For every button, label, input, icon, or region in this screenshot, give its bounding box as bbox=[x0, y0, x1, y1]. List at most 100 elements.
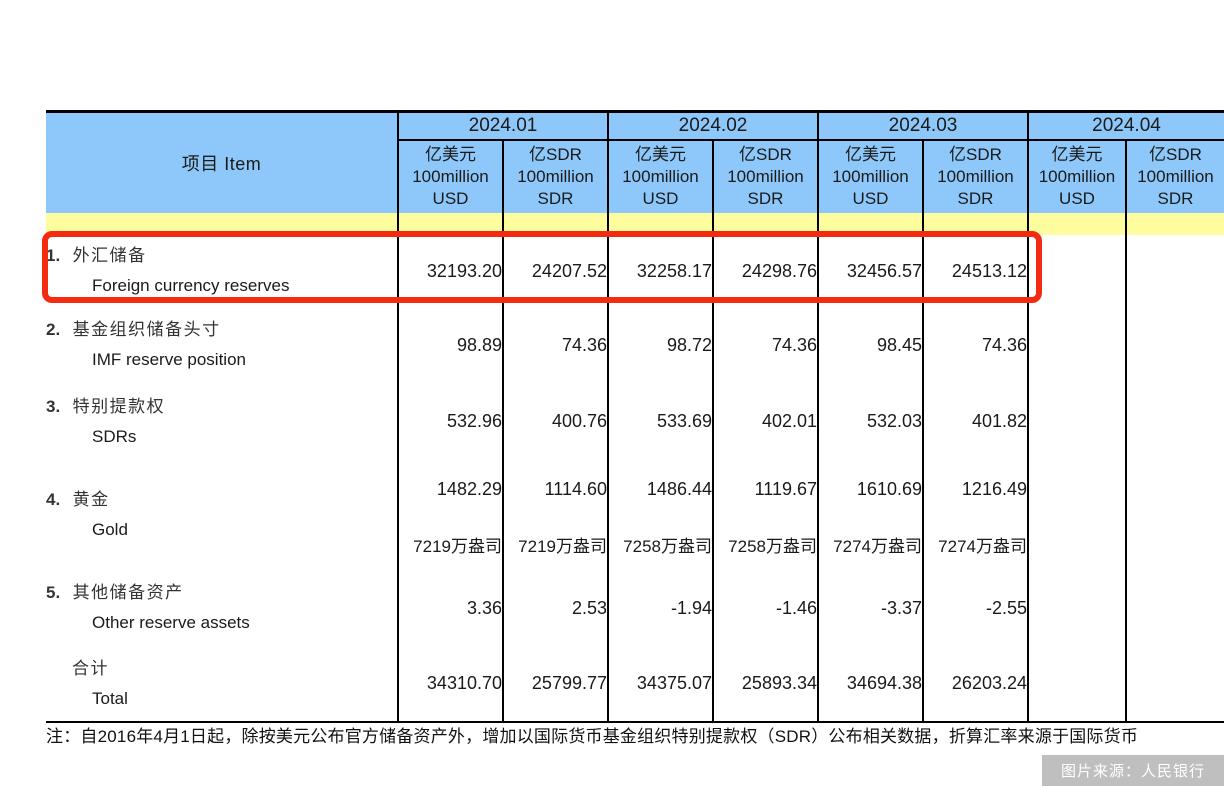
row-name-cn: 合计 bbox=[72, 658, 109, 678]
unit-header-sdr-2024-02: 亿SDR 100million SDR bbox=[712, 140, 818, 213]
table-footnote: 注：自2016年4月1日起，除按美元公布官方储备资产外，增加以国际货币基金组织特… bbox=[46, 727, 1139, 746]
row-index: 2. bbox=[46, 320, 61, 339]
cell-value: 532.96 bbox=[397, 383, 503, 460]
table-header-month-row: 项目 Item 2024.01 2024.02 2024.03 2024.04 bbox=[46, 110, 1224, 213]
period-header-2024-03: 2024.03 bbox=[817, 110, 1028, 141]
cell-value: 74.36 bbox=[922, 307, 1028, 383]
cell-value bbox=[1027, 646, 1126, 723]
row-label-foreign-currency-reserves: 1. 外汇储备 Foreign currency reserves bbox=[46, 235, 398, 307]
cell-value-ounces bbox=[1125, 518, 1224, 570]
cell-value bbox=[1125, 307, 1224, 383]
cell-value bbox=[1125, 235, 1224, 307]
row-label-cn: 2. 基金组织储备头寸 bbox=[46, 315, 397, 345]
cell-value bbox=[1125, 460, 1224, 518]
unit-line-amount: 100million bbox=[727, 167, 804, 186]
unit-line-cn: 亿SDR bbox=[1149, 145, 1202, 164]
row-label-cn: 1. 外汇储备 bbox=[46, 241, 397, 271]
accent-strip-cell bbox=[712, 213, 818, 235]
unit-line-cn: 亿美元 bbox=[635, 145, 686, 164]
unit-line-amount: 100million bbox=[517, 167, 594, 186]
cell-value: -2.55 bbox=[922, 570, 1028, 646]
cell-value: 532.03 bbox=[817, 383, 923, 460]
accent-strip-cell bbox=[1027, 213, 1126, 235]
accent-strip-cell bbox=[1125, 213, 1224, 235]
source-watermark: 图片来源：人民银行 bbox=[1042, 755, 1224, 786]
row-label-sdrs: 3. 特别提款权 SDRs bbox=[46, 383, 398, 460]
cell-value: 25893.34 bbox=[712, 646, 818, 723]
unit-line-currency: USD bbox=[642, 189, 679, 208]
unit-header-sdr-2024-04: 亿SDR 100million SDR bbox=[1125, 140, 1224, 213]
header-accent-strip bbox=[46, 213, 1224, 235]
cell-value: 32456.57 bbox=[817, 235, 923, 307]
cell-value bbox=[1027, 307, 1126, 383]
cell-value: 400.76 bbox=[502, 383, 608, 460]
unit-line-amount: 100million bbox=[832, 167, 909, 186]
cell-value: 34375.07 bbox=[607, 646, 713, 723]
unit-line-currency: USD bbox=[432, 189, 469, 208]
table-row: 3. 特别提款权 SDRs 532.96 400.76 533.69 402.0… bbox=[46, 383, 1224, 460]
row-name-en: Gold bbox=[92, 520, 128, 539]
cell-value: 2.53 bbox=[502, 570, 608, 646]
cell-value: 98.45 bbox=[817, 307, 923, 383]
row-name-en: IMF reserve position bbox=[92, 350, 246, 369]
accent-strip-cell bbox=[397, 213, 503, 235]
cell-value-ounces: 7258万盎司 bbox=[712, 518, 818, 570]
unit-line-currency: USD bbox=[852, 189, 889, 208]
reserve-assets-table: 项目 Item 2024.01 2024.02 2024.03 2024.04 … bbox=[46, 110, 1224, 723]
cell-value: 74.36 bbox=[712, 307, 818, 383]
cell-value-ounces bbox=[1027, 518, 1126, 570]
row-name-en: Total bbox=[92, 688, 128, 708]
cell-value: 24513.12 bbox=[922, 235, 1028, 307]
cell-value-ounces: 7219万盎司 bbox=[502, 518, 608, 570]
unit-line-cn: 亿SDR bbox=[529, 145, 582, 164]
cell-value: 74.36 bbox=[502, 307, 608, 383]
unit-header-sdr-2024-01: 亿SDR 100million SDR bbox=[502, 140, 608, 213]
accent-strip-cell bbox=[817, 213, 923, 235]
cell-value: 98.89 bbox=[397, 307, 503, 383]
cell-value: -3.37 bbox=[817, 570, 923, 646]
cell-value: 1482.29 bbox=[397, 460, 503, 518]
unit-line-cn: 亿美元 bbox=[425, 145, 476, 164]
row-name-cn: 基金组织储备头寸 bbox=[72, 320, 221, 339]
unit-line-amount: 100million bbox=[1137, 167, 1214, 186]
unit-line-currency: SDR bbox=[1157, 189, 1194, 208]
row-label-gold: 4. 黄金 Gold bbox=[46, 460, 398, 570]
cell-value: -1.46 bbox=[712, 570, 818, 646]
row-name-cn: 特别提款权 bbox=[72, 396, 166, 416]
cell-value: 32193.20 bbox=[397, 235, 503, 307]
row-index: 1. bbox=[46, 246, 61, 265]
unit-header-usd-2024-03: 亿美元 100million USD bbox=[817, 140, 923, 213]
row-label-cn: 3. 特别提款权 bbox=[46, 392, 397, 422]
unit-line-cn: 亿SDR bbox=[739, 145, 792, 164]
unit-line-cn: 亿SDR bbox=[949, 145, 1002, 164]
cell-value: -1.94 bbox=[607, 570, 713, 646]
row-index: 5. bbox=[46, 583, 61, 602]
row-label-other-reserve-assets: 5. 其他储备资产 Other reserve assets bbox=[46, 570, 398, 646]
unit-line-cn: 亿美元 bbox=[1051, 145, 1103, 164]
cell-value bbox=[1027, 460, 1126, 518]
cell-value: 1486.44 bbox=[607, 460, 713, 518]
unit-header-sdr-2024-03: 亿SDR 100million SDR bbox=[922, 140, 1028, 213]
period-header-2024-04: 2024.04 bbox=[1027, 110, 1224, 141]
cell-value: 401.82 bbox=[922, 383, 1028, 460]
unit-line-amount: 100million bbox=[622, 167, 699, 186]
row-name-cn: 外汇储备 bbox=[72, 246, 147, 265]
cell-value: 24298.76 bbox=[712, 235, 818, 307]
accent-strip-cell bbox=[922, 213, 1028, 235]
table-row: 5. 其他储备资产 Other reserve assets 3.36 2.53… bbox=[46, 570, 1224, 646]
cell-value: 24207.52 bbox=[502, 235, 608, 307]
unit-line-currency: SDR bbox=[957, 189, 994, 208]
table-row: 4. 黄金 Gold 1482.29 1114.60 1486.44 1119.… bbox=[46, 460, 1224, 539]
row-name-en: Foreign currency reserves bbox=[92, 276, 290, 295]
item-column-header: 项目 Item bbox=[46, 110, 398, 213]
cell-value: 3.36 bbox=[397, 570, 503, 646]
cell-value: 1610.69 bbox=[817, 460, 923, 518]
cell-value-ounces: 7274万盎司 bbox=[922, 518, 1028, 570]
row-label-imf-reserve-position: 2. 基金组织储备头寸 IMF reserve position bbox=[46, 307, 398, 383]
accent-strip-cell bbox=[607, 213, 713, 235]
row-name-en: Other reserve assets bbox=[92, 613, 250, 632]
unit-line-amount: 100million bbox=[412, 167, 489, 186]
unit-header-usd-2024-04: 亿美元 100million USD bbox=[1027, 140, 1126, 213]
cell-value bbox=[1125, 570, 1224, 646]
cell-value-ounces: 7258万盎司 bbox=[607, 518, 713, 570]
